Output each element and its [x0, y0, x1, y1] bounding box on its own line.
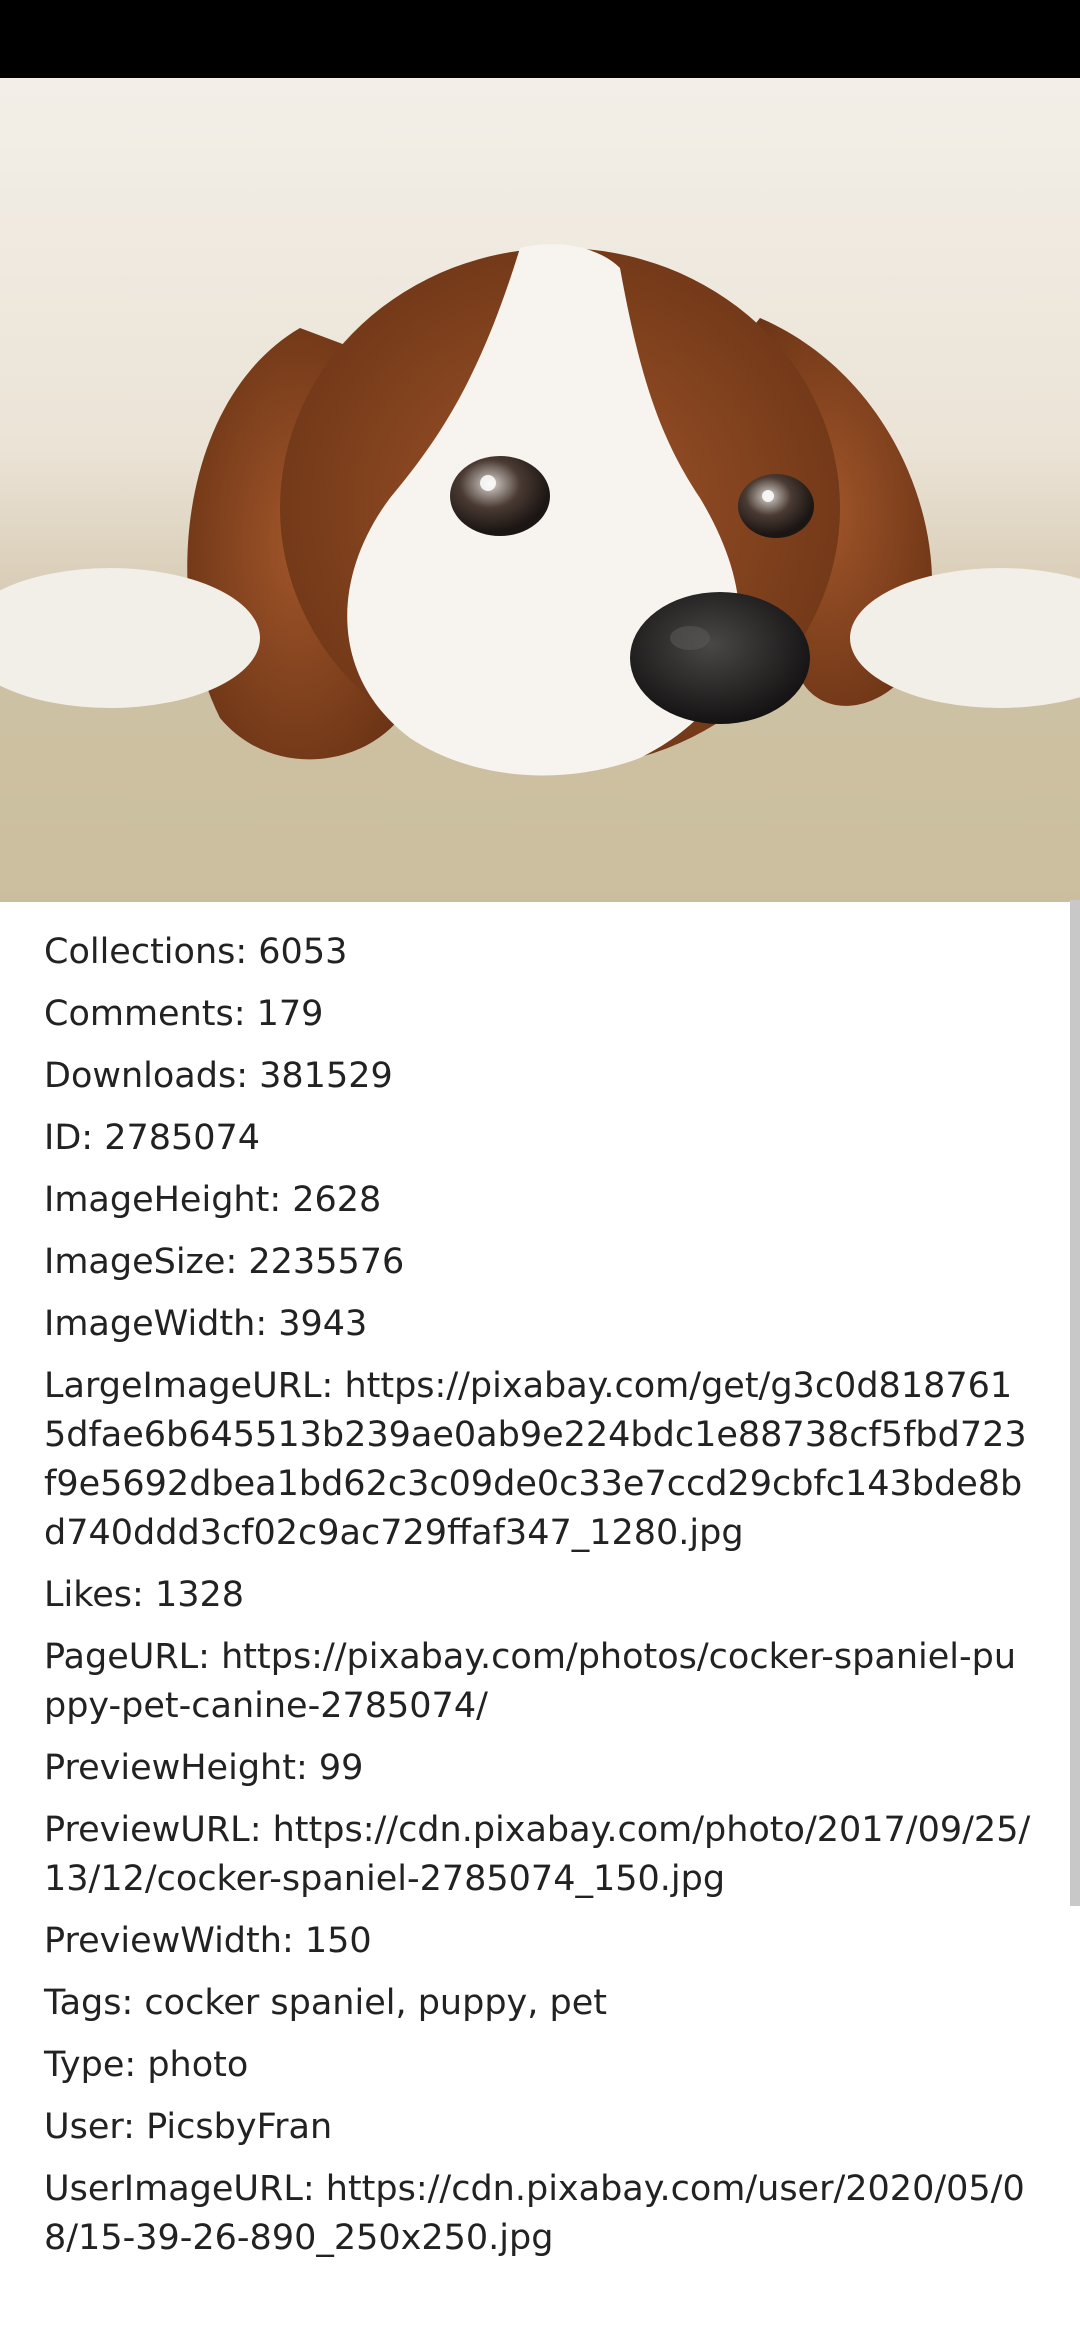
detail-row-collections: Collections: 6053 — [44, 932, 348, 972]
image-details-list: Collections: 6053 Comments: 179 Download… — [44, 928, 1034, 2276]
detail-row-id: ID: 2785074 — [44, 1118, 261, 1158]
detail-row-image-width: ImageWidth: 3943 — [44, 1304, 368, 1344]
detail-row-preview-width: PreviewWidth: 150 — [44, 1921, 372, 1961]
detail-row-likes: Likes: 1328 — [44, 1575, 245, 1615]
hero-image — [0, 78, 1080, 902]
detail-row-image-size: ImageSize: 2235576 — [44, 1242, 405, 1282]
dog-photo-icon — [0, 78, 1080, 902]
detail-row-preview-height: PreviewHeight: 99 — [44, 1748, 364, 1788]
detail-row-page-url: PageURL: https://pixabay.com/photos/cock… — [44, 1637, 1017, 1726]
detail-row-user: User: PicsbyFran — [44, 2107, 333, 2147]
detail-row-comments: Comments: 179 — [44, 994, 324, 1034]
detail-row-tags: Tags: cocker spaniel, puppy, pet — [44, 1983, 607, 2023]
scrollbar[interactable] — [1070, 900, 1080, 1906]
detail-row-preview-url: PreviewURL: https://cdn.pixabay.com/phot… — [44, 1810, 1031, 1899]
detail-row-type: Type: photo — [44, 2045, 249, 2085]
status-bar — [0, 0, 1080, 78]
detail-row-user-image-url: UserImageURL: https://cdn.pixabay.com/us… — [44, 2169, 1025, 2258]
detail-row-large-image-url: LargeImageURL: https://pixabay.com/get/g… — [44, 1366, 1027, 1553]
detail-row-image-height: ImageHeight: 2628 — [44, 1180, 382, 1220]
detail-row-downloads: Downloads: 381529 — [44, 1056, 393, 1096]
